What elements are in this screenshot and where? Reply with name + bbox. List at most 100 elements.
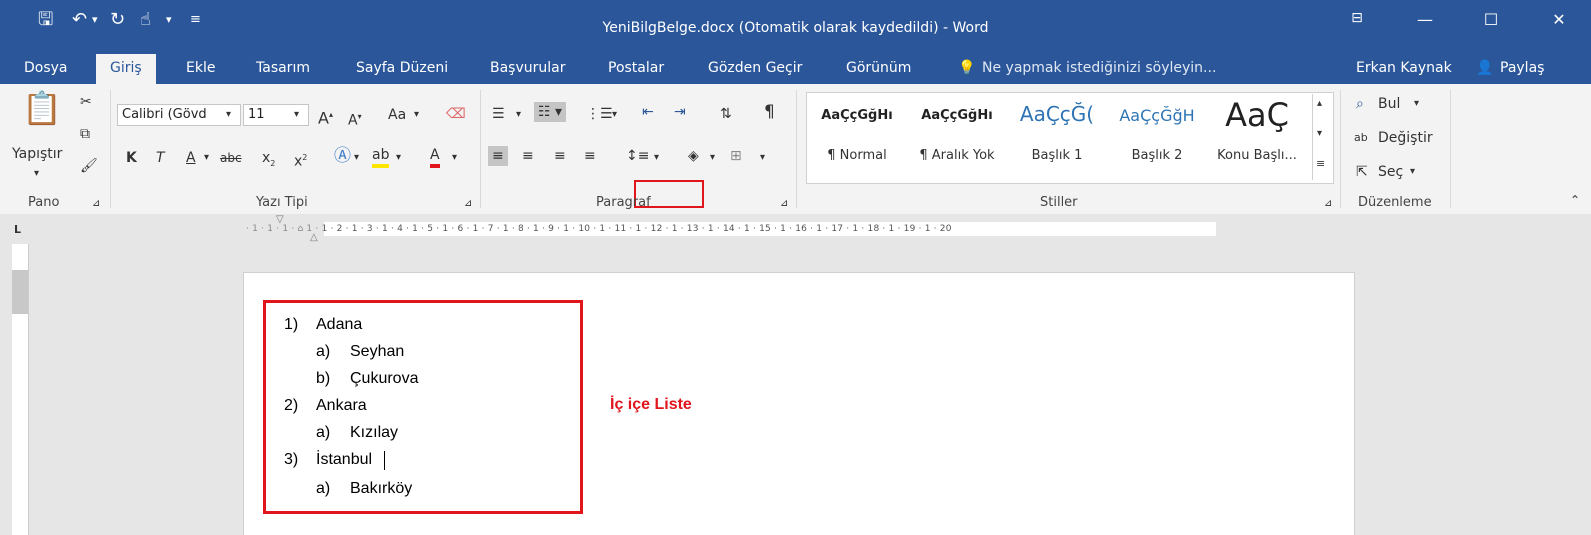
share-button[interactable]: Paylaş bbox=[1500, 60, 1544, 76]
paste-button[interactable]: Yapıştır bbox=[12, 144, 62, 164]
dialog-launcher-icon[interactable]: ⊿ bbox=[464, 194, 472, 214]
align-left-icon[interactable]: ≡ bbox=[488, 146, 508, 166]
text-effects-icon[interactable]: Ⓐ bbox=[334, 146, 351, 166]
chevron-down-icon[interactable]: ▾ bbox=[354, 148, 359, 168]
dialog-launcher-icon[interactable]: ⊿ bbox=[780, 194, 788, 214]
chevron-down-icon[interactable]: ▾ bbox=[710, 148, 715, 168]
multilevel-list-icon[interactable]: ⋮☰ bbox=[586, 104, 613, 124]
cut-icon[interactable]: ✂ bbox=[80, 92, 92, 112]
chevron-down-icon[interactable]: ▾ bbox=[396, 148, 401, 168]
collapse-ribbon-icon[interactable]: ⌃ bbox=[1570, 190, 1580, 210]
shading-icon[interactable]: ◈ bbox=[688, 146, 699, 166]
change-case-button[interactable]: Aa bbox=[388, 105, 406, 125]
person-icon: 👤 bbox=[1476, 60, 1494, 76]
dialog-launcher-icon[interactable]: ⊿ bbox=[1324, 194, 1332, 214]
more-styles-icon[interactable]: ≡ bbox=[1316, 154, 1325, 174]
chevron-down-icon[interactable]: ▾ bbox=[294, 105, 299, 125]
list-highlight-box bbox=[263, 300, 583, 514]
style-heading-2[interactable]: AaÇçĞğH Başlık 2 bbox=[1108, 98, 1206, 168]
horizontal-ruler[interactable]: · 1 · 1 · 1 · ⌂ 1 · 1 · 2 · 1 · 3 · 1 · … bbox=[242, 222, 1357, 236]
justify-icon[interactable]: ≡ bbox=[584, 146, 596, 166]
tab-gorunum[interactable]: Görünüm bbox=[846, 60, 911, 76]
select-button[interactable]: Seç bbox=[1378, 162, 1403, 182]
tab-dosya[interactable]: Dosya bbox=[24, 60, 68, 76]
strikethrough-button[interactable]: abc bbox=[220, 148, 242, 168]
divider bbox=[796, 90, 797, 208]
chevron-down-icon[interactable]: ▾ bbox=[612, 105, 617, 125]
format-painter-icon[interactable]: 🖌 bbox=[80, 156, 98, 176]
maximize-icon[interactable]: ☐ bbox=[1476, 10, 1506, 29]
underline-button[interactable]: A bbox=[186, 148, 196, 168]
replace-button[interactable]: Değiştir bbox=[1378, 128, 1433, 148]
find-button[interactable]: Bul bbox=[1378, 94, 1400, 114]
borders-icon[interactable]: ⊞ bbox=[730, 146, 742, 166]
user-name[interactable]: Erkan Kaynak bbox=[1356, 60, 1452, 76]
style-name: Başlık 2 bbox=[1131, 148, 1183, 163]
sort-icon[interactable]: ⇅ bbox=[720, 104, 732, 124]
first-line-indent-marker[interactable]: ▽ bbox=[276, 214, 284, 225]
clipboard-group-label: Pano bbox=[28, 195, 60, 210]
style-title[interactable]: AaÇ Konu Başlı... bbox=[1208, 96, 1306, 168]
bullets-icon[interactable]: ☰ bbox=[492, 104, 505, 124]
chevron-down-icon[interactable]: ▾ bbox=[226, 105, 231, 125]
search-icon[interactable]: ⌕ bbox=[1356, 94, 1364, 114]
chevron-down-icon[interactable]: ▾ bbox=[760, 148, 765, 168]
chevron-down-icon[interactable]: ▾ bbox=[654, 148, 659, 168]
numbering-icon[interactable]: ☷ ▾ bbox=[534, 102, 567, 122]
paste-dropdown-icon[interactable]: ▾ bbox=[34, 164, 39, 184]
tab-selector-icon[interactable]: L bbox=[14, 220, 21, 240]
style-heading-1[interactable]: AaÇçĞ( Başlık 1 bbox=[1008, 98, 1106, 168]
minimize-icon[interactable]: — bbox=[1410, 10, 1440, 29]
font-size-dropdown[interactable]: 11 bbox=[243, 104, 309, 126]
align-right-icon[interactable]: ≡ bbox=[554, 146, 566, 166]
chevron-down-icon[interactable]: ▾ bbox=[414, 105, 419, 125]
font-family-dropdown[interactable]: Calibri (Gövd bbox=[117, 104, 241, 126]
font-color-icon[interactable]: A bbox=[430, 146, 440, 168]
increase-indent-icon[interactable]: ⇥ bbox=[674, 102, 686, 122]
tab-sayfa-duzeni[interactable]: Sayfa Düzeni bbox=[356, 60, 448, 76]
chevron-down-icon[interactable]: ▾ bbox=[1414, 94, 1419, 114]
tab-basvurular[interactable]: Başvurular bbox=[490, 60, 566, 76]
tab-giris[interactable]: Giriş bbox=[96, 54, 156, 84]
tab-gozden-gecir[interactable]: Gözden Geçir bbox=[708, 60, 802, 76]
clear-formatting-icon[interactable]: ⌫ bbox=[446, 104, 466, 124]
paste-icon[interactable]: 📋 bbox=[22, 88, 62, 128]
subscript-icon[interactable]: x2 bbox=[262, 148, 275, 174]
tab-postalar[interactable]: Postalar bbox=[608, 60, 664, 76]
styles-scrollbar[interactable]: ▴ ▾ ≡ bbox=[1312, 94, 1331, 180]
scroll-up-icon[interactable]: ▴ bbox=[1317, 94, 1322, 114]
hanging-indent-marker[interactable]: △ bbox=[310, 232, 318, 243]
replace-icon[interactable]: ab bbox=[1354, 128, 1368, 148]
bold-button[interactable]: K bbox=[126, 148, 137, 168]
ribbon-display-icon[interactable]: ⊟ bbox=[1342, 10, 1372, 26]
superscript-icon[interactable]: x2 bbox=[294, 148, 307, 172]
line-spacing-icon[interactable]: ↕≡ bbox=[626, 146, 649, 166]
tab-tasarim[interactable]: Tasarım bbox=[256, 60, 310, 76]
decrease-indent-icon[interactable]: ⇤ bbox=[642, 102, 654, 122]
chevron-down-icon[interactable]: ▾ bbox=[452, 148, 457, 168]
tell-me-input[interactable]: Ne yapmak istediğinizi söyleyin... bbox=[982, 60, 1216, 76]
scroll-down-icon[interactable]: ▾ bbox=[1317, 124, 1322, 144]
tab-ekle[interactable]: Ekle bbox=[186, 60, 215, 76]
ribbon: 📋 Yapıştır ▾ ✂ ⧉ 🖌 Pano ⊿ Calibri (Gövd … bbox=[0, 84, 1591, 215]
style-name: Konu Başlı... bbox=[1217, 148, 1297, 163]
chevron-down-icon[interactable]: ▾ bbox=[516, 105, 521, 125]
grow-font-icon[interactable]: A▴ bbox=[318, 105, 333, 128]
copy-icon[interactable]: ⧉ bbox=[80, 124, 90, 144]
style-no-spacing[interactable]: AaÇçĞğHı ¶ Aralık Yok bbox=[908, 98, 1006, 168]
font-size-value: 11 bbox=[248, 107, 265, 122]
cursor-icon[interactable]: ⇱ bbox=[1356, 162, 1368, 182]
align-center-icon[interactable]: ≡ bbox=[522, 146, 534, 166]
shrink-font-icon[interactable]: A▾ bbox=[348, 107, 362, 131]
highlight-icon[interactable]: ab bbox=[372, 146, 390, 168]
close-icon[interactable]: ✕ bbox=[1544, 10, 1574, 29]
dialog-launcher-icon[interactable]: ⊿ bbox=[92, 194, 100, 214]
chevron-down-icon[interactable]: ▾ bbox=[204, 148, 209, 168]
style-normal[interactable]: AaÇçĞğHı ¶ Normal bbox=[808, 98, 906, 168]
italic-button[interactable]: T bbox=[156, 148, 165, 168]
paragraph-group-label: Paragraf bbox=[596, 195, 651, 210]
lightbulb-icon: 💡 bbox=[958, 60, 976, 76]
chevron-down-icon[interactable]: ▾ bbox=[1410, 162, 1415, 182]
pilcrow-icon[interactable]: ¶ bbox=[764, 102, 775, 122]
font-group-label: Yazı Tipi bbox=[256, 195, 308, 210]
